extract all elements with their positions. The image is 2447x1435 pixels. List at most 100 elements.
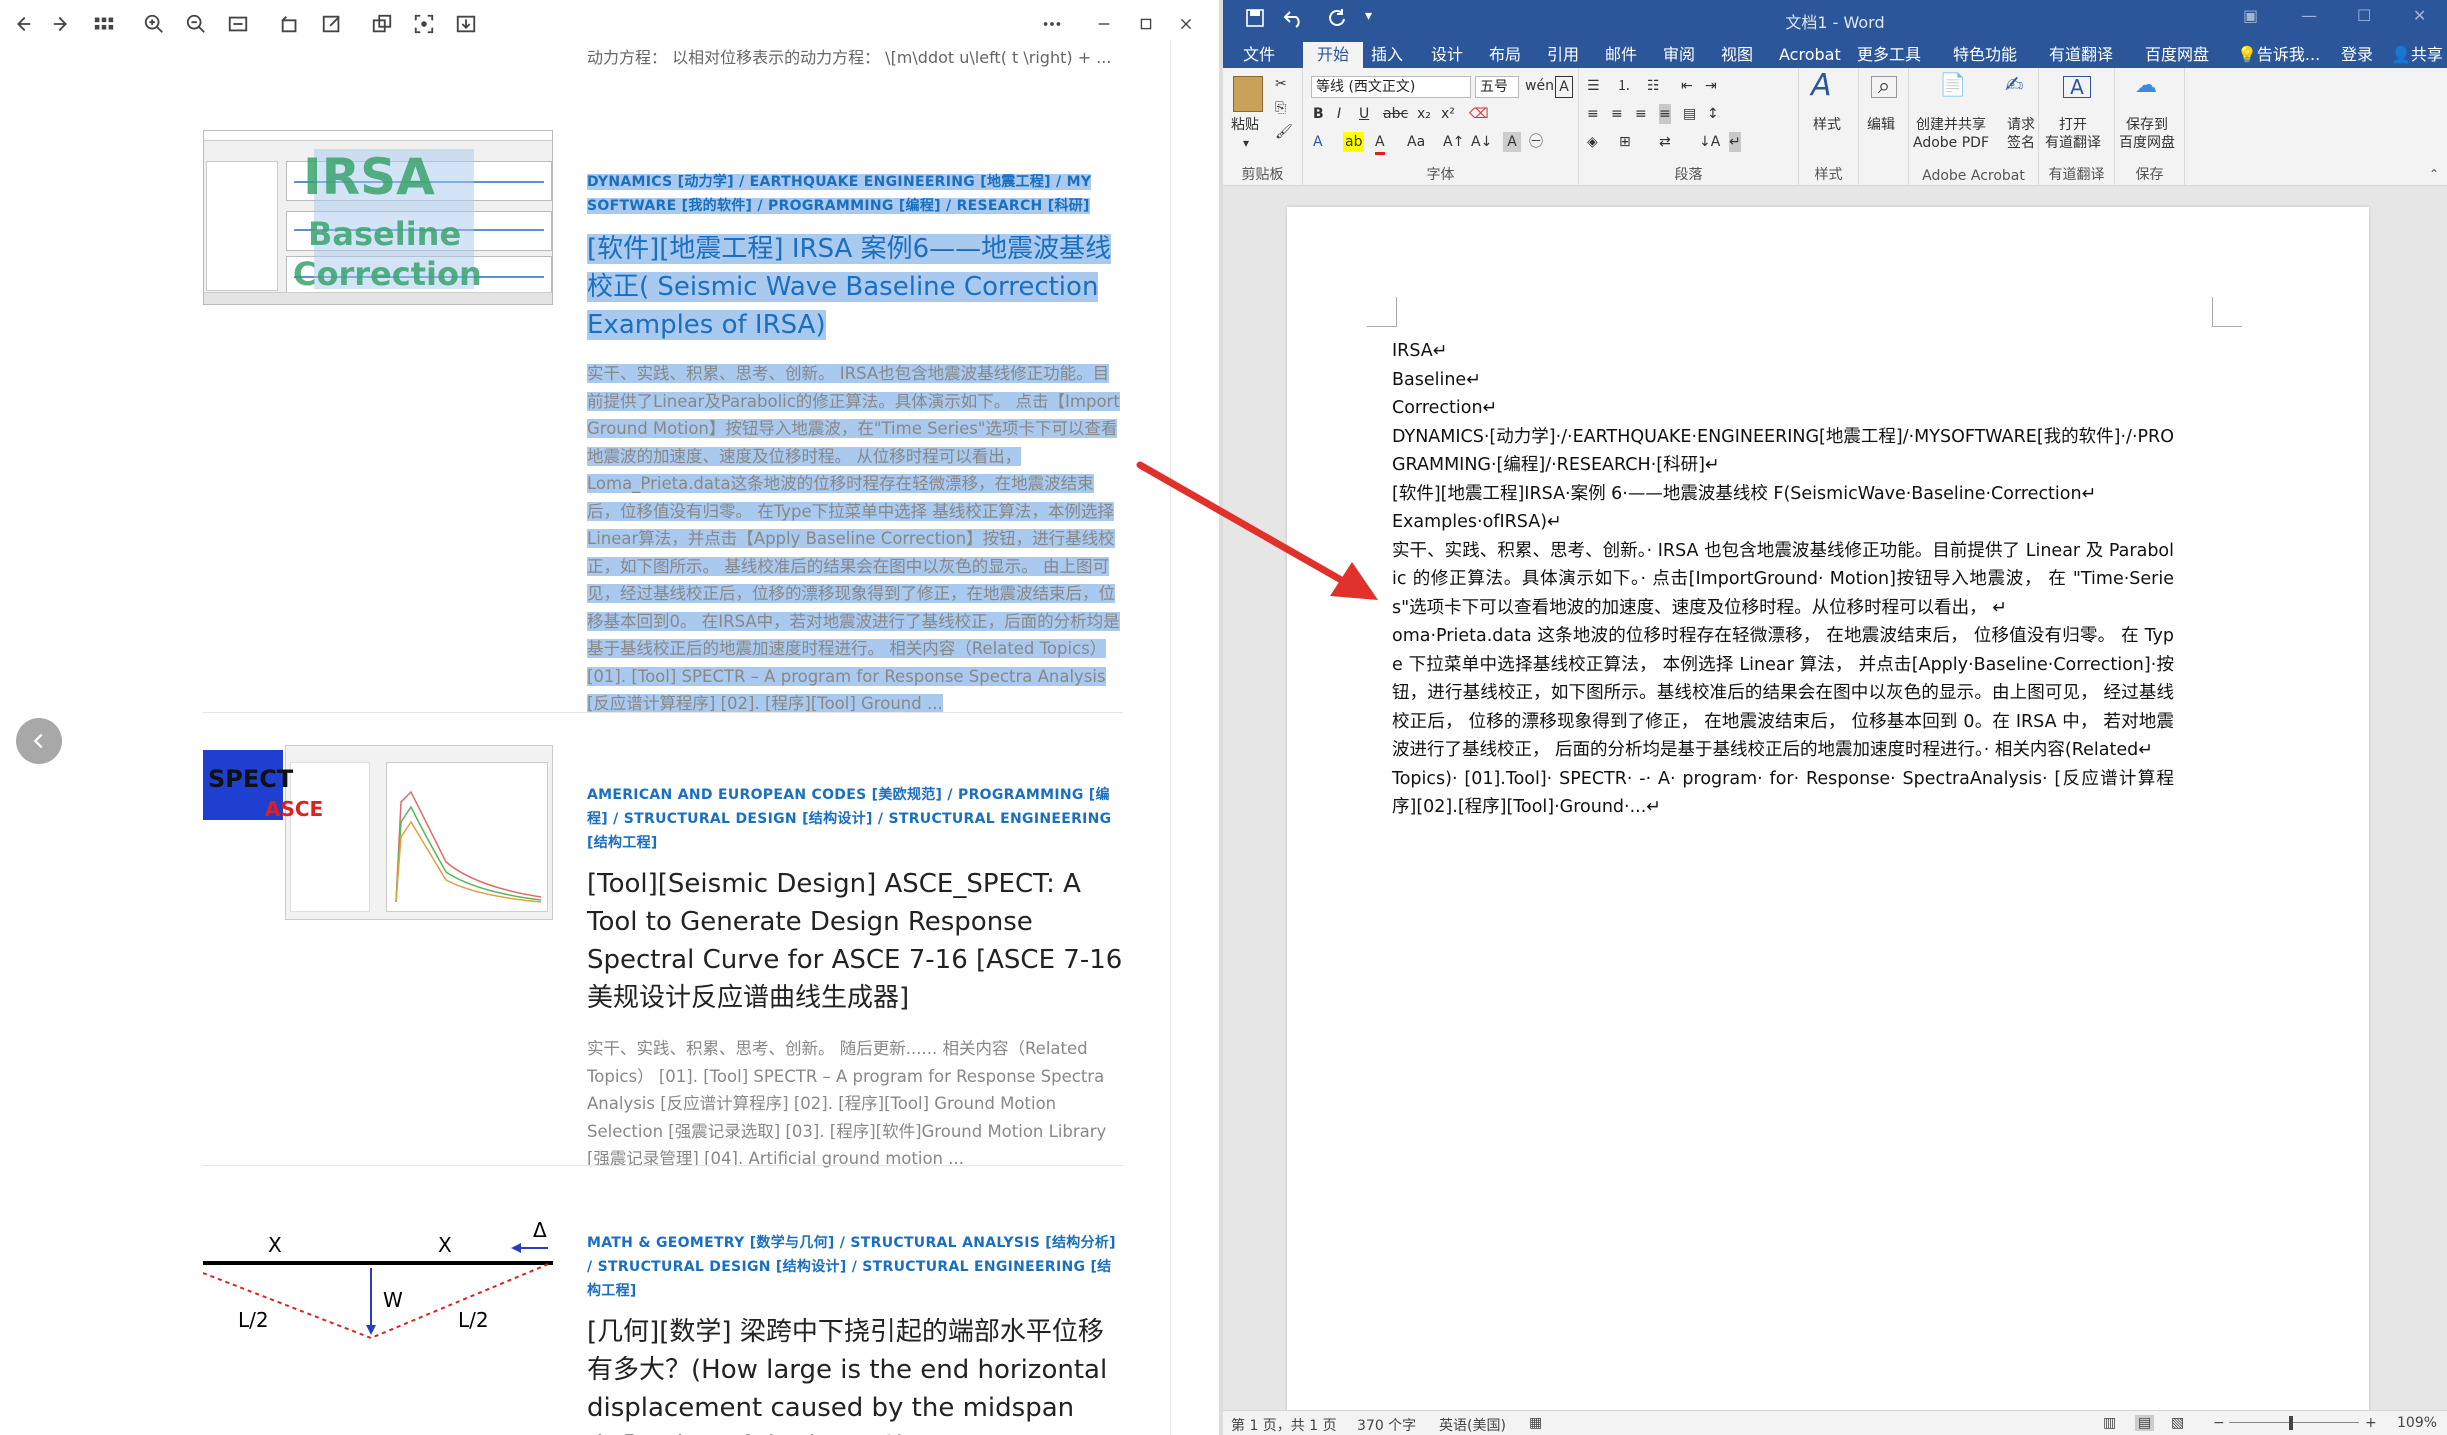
post-categories[interactable]: DYNAMICS [动力学] / EARTHQUAKE ENGINEERING … (587, 170, 1123, 218)
request-sign-button[interactable]: 请求 签名 (2007, 116, 2035, 152)
bold-icon[interactable]: B (1313, 104, 1324, 124)
capture-icon[interactable] (410, 10, 438, 38)
print-layout-icon[interactable]: ▤ (2135, 1415, 2155, 1431)
request-sign-icon[interactable]: ✍ (2005, 75, 2023, 97)
show-marks-icon[interactable]: ↵ (1729, 132, 1741, 152)
macro-icon[interactable]: ▦ (1529, 1415, 1542, 1431)
collapse-ribbon-icon[interactable]: ⌃ (2429, 167, 2439, 181)
tab-baidu[interactable]: 百度网盘 (2137, 42, 2217, 68)
zoom-in-button[interactable]: + (2365, 1415, 2377, 1431)
zoom-level[interactable]: 109% (2397, 1415, 2437, 1431)
format-painter-icon[interactable]: 🖌 (1275, 122, 1293, 142)
post-categories[interactable]: MATH & GEOMETRY [数学与几何] / STRUCTURAL ANA… (587, 1231, 1123, 1303)
cut-icon[interactable]: ✂ (1275, 74, 1287, 94)
read-mode-icon[interactable]: ▥ (2103, 1415, 2116, 1431)
post-title[interactable]: [Tool][Seismic Design] ASCE_SPECT: A Too… (587, 865, 1123, 1017)
zoom-in-icon[interactable] (140, 10, 168, 38)
post-thumbnail[interactable]: IRSA Baseline Correction (203, 130, 553, 305)
grow-font-icon[interactable]: A↑ (1443, 132, 1464, 152)
minimize-icon[interactable]: — (2301, 6, 2317, 25)
ribbon-display-icon[interactable]: ▣ (2243, 6, 2258, 25)
highlight-icon[interactable]: ab (1343, 132, 1365, 152)
phonetic-icon[interactable]: wén (1525, 76, 1554, 96)
rotate-icon[interactable] (276, 10, 304, 38)
text-effects-icon[interactable]: A (1313, 132, 1323, 152)
youdao-open-button[interactable]: 打开 有道翻译 (2045, 116, 2101, 152)
tab-acrobat[interactable]: Acrobat (1771, 42, 1849, 68)
more-icon[interactable] (1038, 10, 1066, 38)
zoom-out-button[interactable]: − (2213, 1415, 2225, 1431)
tab-view[interactable]: 视图 (1713, 42, 1761, 68)
page-count[interactable]: 第 1 页，共 1 页 (1231, 1415, 1337, 1435)
tab-design[interactable]: 设计 (1423, 42, 1471, 68)
create-pdf-button[interactable]: 创建并共享 Adobe PDF (1913, 116, 1989, 152)
close-icon[interactable]: ✕ (2413, 6, 2426, 25)
font-size-select[interactable]: 五号 (1475, 76, 1519, 98)
minimize-icon[interactable] (1090, 10, 1118, 38)
font-color-icon[interactable]: A (1375, 132, 1385, 155)
increase-indent-icon[interactable]: ⇥ (1705, 76, 1717, 96)
numbering-icon[interactable]: ⒈ (1617, 76, 1631, 96)
post-thumbnail[interactable]: SPECT ASCE (203, 745, 553, 920)
tab-references[interactable]: 引用 (1539, 42, 1587, 68)
tab-more-tools[interactable]: 更多工具 (1849, 42, 1929, 68)
translate-icon[interactable]: A (2063, 76, 2091, 98)
zoom-slider-thumb[interactable] (2289, 1416, 2293, 1430)
clear-format-icon[interactable]: ⌫ (1469, 104, 1489, 124)
borders-icon[interactable]: ⊞ (1619, 132, 1631, 152)
paste-dropdown-icon[interactable]: ▾ (1243, 134, 1249, 152)
tab-insert[interactable]: 插入 (1363, 42, 1411, 68)
tab-layout[interactable]: 布局 (1481, 42, 1529, 68)
font-name-select[interactable]: 等线 (西文正文) (1311, 76, 1471, 98)
enclose-char-icon[interactable]: ㊀ (1529, 132, 1543, 152)
tell-me-box[interactable]: 💡告诉我... (2229, 42, 2328, 68)
tab-mailings[interactable]: 邮件 (1597, 42, 1645, 68)
tab-review[interactable]: 审阅 (1655, 42, 1703, 68)
strikethrough-icon[interactable]: abc (1383, 104, 1408, 124)
back-icon[interactable] (8, 10, 36, 38)
baidu-save-button[interactable]: 保存到 百度网盘 (2119, 116, 2175, 152)
char-border-icon[interactable]: A (1555, 76, 1573, 98)
post-categories[interactable]: AMERICAN AND EUROPEAN CODES [美欧规范] / PRO… (587, 783, 1123, 855)
close-icon[interactable] (1172, 10, 1200, 38)
italic-icon[interactable]: I (1337, 104, 1341, 124)
cloud-icon[interactable]: ☁ (2135, 75, 2157, 97)
web-layout-icon[interactable]: ▧ (2171, 1415, 2184, 1431)
maximize-icon[interactable] (1132, 10, 1160, 38)
char-shading-icon[interactable]: A (1503, 132, 1521, 152)
sort-icon[interactable]: ↓A (1699, 132, 1720, 152)
find-icon[interactable]: ⌕ (1871, 76, 1897, 98)
subscript-icon[interactable]: x₂ (1417, 104, 1431, 124)
language[interactable]: 英语(美国) (1439, 1415, 1506, 1435)
align-right-icon[interactable]: ≡ (1635, 104, 1647, 124)
tab-featured[interactable]: 特色功能 (1945, 42, 2025, 68)
decrease-indent-icon[interactable]: ⇤ (1681, 76, 1693, 96)
tab-file[interactable]: 文件 (1235, 42, 1283, 68)
create-pdf-icon[interactable]: 📄 (1939, 75, 1966, 97)
download-icon[interactable] (452, 10, 480, 38)
justify-icon[interactable]: ≡ (1659, 104, 1671, 124)
tab-home[interactable]: 开始 (1303, 42, 1364, 68)
share-button[interactable]: 👤共享 (2383, 42, 2447, 68)
distribute-icon[interactable]: ▤ (1683, 104, 1696, 124)
align-center-icon[interactable]: ≡ (1611, 104, 1623, 124)
shading-icon[interactable]: ◈ (1587, 132, 1598, 152)
grid-icon[interactable] (90, 10, 118, 38)
forward-icon[interactable] (48, 10, 76, 38)
underline-icon[interactable]: U (1359, 104, 1369, 124)
line-spacing-icon[interactable]: ↕ (1707, 104, 1719, 124)
maximize-icon[interactable]: ☐ (2357, 6, 2371, 25)
bullets-icon[interactable]: ☰ (1587, 76, 1600, 96)
tab-youdao[interactable]: 有道翻译 (2041, 42, 2121, 68)
document-body[interactable]: IRSA↵ Baseline↵ Correction↵ DYNAMICS·[动力… (1392, 337, 2174, 822)
post-title[interactable]: [软件][地震工程] IRSA 案例6——地震波基线校正( Seismic Wa… (587, 230, 1123, 344)
chinese-layout-icon[interactable]: ⇄ (1659, 132, 1671, 152)
change-case-icon[interactable]: Aa (1407, 132, 1425, 152)
superscript-icon[interactable]: x² (1441, 104, 1455, 124)
paste-button[interactable]: 粘贴 (1231, 116, 1259, 134)
post-thumbnail[interactable]: X X Δ W L/2 L/2 (203, 1213, 553, 1343)
multilevel-icon[interactable]: ☷ (1647, 76, 1660, 96)
word-count[interactable]: 370 个字 (1357, 1415, 1416, 1435)
styles-icon[interactable]: A (1811, 71, 1832, 101)
align-left-icon[interactable]: ≡ (1587, 104, 1599, 124)
